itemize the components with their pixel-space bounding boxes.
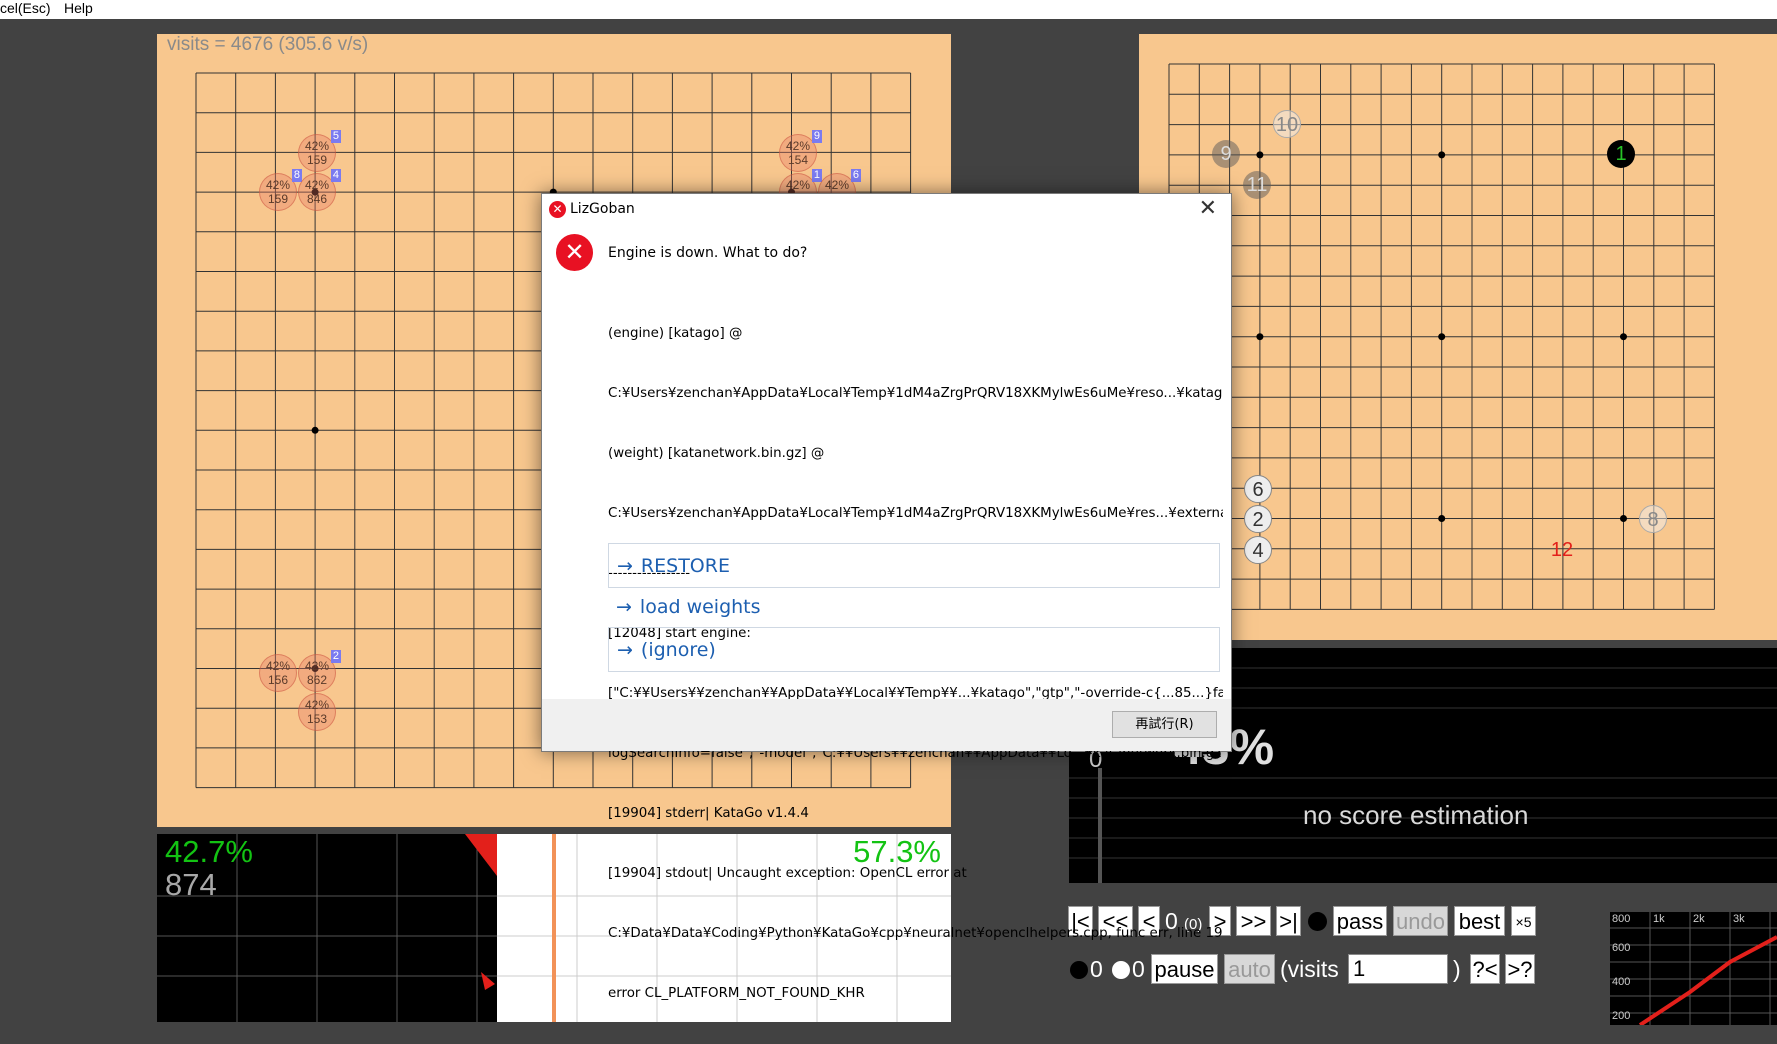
suggestion-winrate: 42% xyxy=(304,698,330,712)
suggestion-visits: 846 xyxy=(306,192,328,206)
black-visits: 874 xyxy=(165,867,217,902)
detail-line: C:¥Users¥zenchan¥AppData¥Local¥Temp¥1dM4… xyxy=(608,506,1223,521)
visits-curve xyxy=(1638,935,1777,1025)
retry-button[interactable]: 再試行(R) xyxy=(1112,711,1217,738)
suggestion-visits: 159 xyxy=(306,153,328,167)
auto-button[interactable]: auto xyxy=(1224,954,1275,984)
graph-tick: 3k xyxy=(1733,913,1745,925)
detail-line: C:¥Data¥Data¥Coding¥Python¥KataGo¥cpp¥ne… xyxy=(608,926,1223,941)
move-stone: 10 xyxy=(1273,110,1301,138)
menubar: cel(Esc) Help xyxy=(0,0,1777,19)
graph-tick: 600 xyxy=(1612,942,1631,954)
move-stone: 2 xyxy=(1244,505,1272,533)
move-stone: 4 xyxy=(1244,536,1272,564)
detail-line: (engine) [katago] @ xyxy=(608,326,743,341)
winrate-small-mark xyxy=(481,972,495,990)
suggestion-winrate: 42% xyxy=(304,178,330,192)
suggestion-visits: 156 xyxy=(267,673,289,687)
suggestion-mark[interactable]: 42% 156 xyxy=(259,654,297,692)
suggestion-winrate: 42% xyxy=(265,178,291,192)
side-board-grid xyxy=(1168,63,1715,610)
suggestion-rank: 9 xyxy=(811,130,822,143)
suggestion-winrate: 42% xyxy=(824,178,850,192)
load-weights-label: load weights xyxy=(639,596,761,618)
ignore-command[interactable]: → (ignore) xyxy=(608,627,1220,672)
app-error-icon: ✕ xyxy=(549,201,566,218)
visits-graph: 800 1k 2k 3k 600 400 200 xyxy=(1610,912,1777,1025)
query-next-button[interactable]: >? xyxy=(1505,954,1535,984)
move-stone: 12 xyxy=(1550,539,1574,561)
winrate-fan-mark xyxy=(465,834,497,876)
arrow-right-icon: → xyxy=(617,555,633,577)
query-prev-button[interactable]: ?< xyxy=(1470,954,1500,984)
suggestion-winrate: 42% xyxy=(304,659,330,673)
arrow-right-icon: → xyxy=(616,596,632,618)
suggestion-mark[interactable]: 42% 159 8 xyxy=(259,169,302,211)
last-move-button[interactable]: >| xyxy=(1276,906,1301,936)
visits-input[interactable] xyxy=(1348,954,1448,984)
suggestion-winrate: 42% xyxy=(785,178,811,192)
graph-tick: 400 xyxy=(1612,976,1631,988)
graph-tick: 200 xyxy=(1612,1010,1631,1022)
side-go-board[interactable] xyxy=(1139,34,1777,640)
dialog-title: LizGoban xyxy=(570,201,635,217)
suggestion-rank: 5 xyxy=(330,130,341,143)
pass-button[interactable]: pass xyxy=(1333,906,1387,936)
suggestion-rank: 2 xyxy=(330,650,341,663)
suggestion-mark[interactable]: 42% 846 4 xyxy=(298,169,341,211)
detail-line: [19904] stderr| KataGo v1.4.4 xyxy=(608,806,809,821)
graph-tick: 1k xyxy=(1653,913,1665,925)
winrate-black-panel: 42.7% 874 1 xyxy=(157,834,516,1022)
detail-line: [19904] stdout| Uncaught exception: Open… xyxy=(608,866,967,881)
forward-many-button[interactable]: >> xyxy=(1236,906,1271,936)
move-stone: 11 xyxy=(1243,171,1271,199)
times-five-button[interactable]: ×5 xyxy=(1511,906,1536,936)
restore-command[interactable]: → RESTORE xyxy=(608,543,1220,588)
dialog-message: Engine is down. What to do? xyxy=(608,245,808,261)
engine-down-dialog: ✕ LizGoban ✕ ✕ Engine is down. What to d… xyxy=(541,193,1232,1001)
move-stone: 6 xyxy=(1244,475,1272,503)
visits-label: visits = 4676 (305.6 v/s) xyxy=(167,34,369,55)
menu-item-cancel[interactable]: cel(Esc) xyxy=(0,0,51,17)
move-stone: 1 xyxy=(1607,140,1635,168)
suggestion-visits: 862 xyxy=(306,673,328,687)
suggestion-mark[interactable]: 42% 153 xyxy=(298,693,336,731)
graph-tick: 800 xyxy=(1612,913,1631,925)
suggestion-rank: 6 xyxy=(850,169,861,182)
restore-label: RESTORE xyxy=(640,555,730,577)
menu-item-help[interactable]: Help xyxy=(64,0,93,17)
dialog-footer: 再試行(R) xyxy=(542,699,1231,751)
load-weights-command[interactable]: → load weights xyxy=(608,585,1220,630)
black-stone-icon xyxy=(1308,912,1327,931)
suggestion-winrate: 42% xyxy=(785,139,811,153)
graph-tick: 2k xyxy=(1693,913,1705,925)
visits-label: (visits xyxy=(1280,956,1339,982)
move-stone: 8 xyxy=(1639,505,1667,533)
best-button[interactable]: best xyxy=(1454,906,1505,936)
suggestion-visits: 153 xyxy=(306,712,328,726)
suggestion-mark[interactable]: 42% 862 2 xyxy=(298,650,341,692)
suggestion-winrate: 42% xyxy=(265,659,291,673)
detail-line: (weight) [katanetwork.bin.gz] @ xyxy=(608,446,825,461)
no-score-estimation: no score estimation xyxy=(1303,800,1529,830)
ignore-label: (ignore) xyxy=(640,639,716,661)
detail-line: error CL_PLATFORM_NOT_FOUND_KHR xyxy=(608,986,865,1001)
suggestion-winrate: 42% xyxy=(304,139,330,153)
black-winrate: 42.7% xyxy=(165,834,253,869)
arrow-right-icon: → xyxy=(617,639,633,661)
suggestion-visits: 154 xyxy=(787,153,809,167)
error-icon: ✕ xyxy=(556,234,593,271)
move-stone: 9 xyxy=(1212,140,1240,168)
suggestion-rank: 4 xyxy=(330,169,341,182)
close-icon[interactable]: ✕ xyxy=(1199,196,1217,221)
visits-close-paren: ) xyxy=(1453,956,1461,982)
suggestion-mark[interactable]: 42% 154 9 xyxy=(779,130,822,172)
undo-button[interactable]: undo xyxy=(1393,906,1448,936)
suggestion-visits: 159 xyxy=(267,192,289,206)
suggestion-mark[interactable]: 42% 159 5 xyxy=(298,130,341,172)
detail-line: C:¥Users¥zenchan¥AppData¥Local¥Temp¥1dM4… xyxy=(608,386,1223,401)
